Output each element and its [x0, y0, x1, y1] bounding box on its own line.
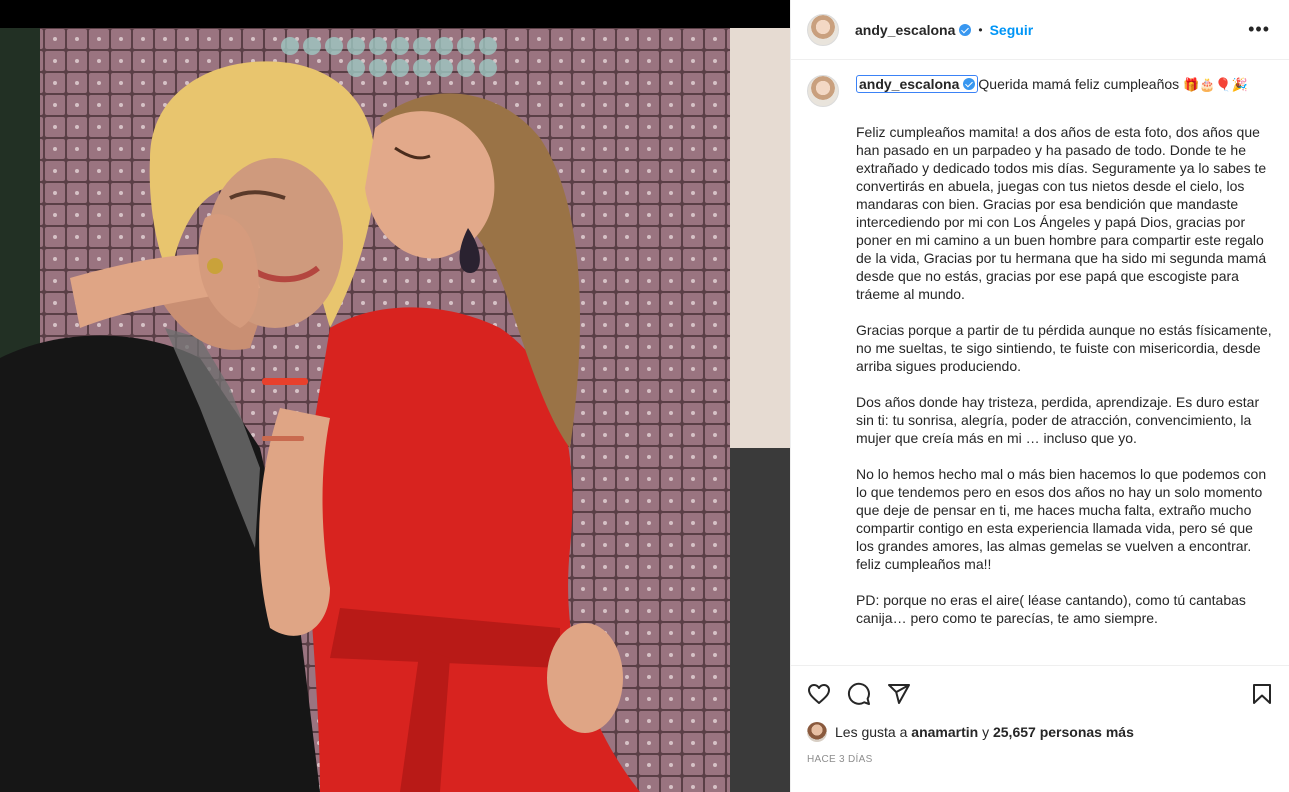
author-username[interactable]: andy_escalona	[855, 22, 972, 38]
likes-join: y	[982, 724, 990, 740]
caption-title-emojis: 🎁🎂🎈🎉	[1183, 78, 1248, 93]
photo-top-bar	[0, 0, 790, 28]
bookmark-icon[interactable]	[1250, 682, 1274, 706]
follow-button[interactable]: Seguir	[990, 22, 1034, 38]
post-photo-pane	[0, 0, 790, 792]
caption-paragraph: Feliz cumpleaños mamita! a dos años de e…	[856, 124, 1267, 302]
likes-user[interactable]: anamartin	[911, 724, 978, 740]
photo-illustration	[0, 28, 790, 792]
post-photo[interactable]	[0, 28, 790, 792]
caption-paragraph: No lo hemos hecho mal o más bien hacemos…	[856, 466, 1267, 572]
caption-scroll-area[interactable]: andy_escalona Querida mamá feliz cumpleañ…	[791, 61, 1289, 665]
caption-author-username[interactable]: andy_escalona	[856, 75, 979, 93]
author-avatar[interactable]	[807, 13, 839, 46]
likes-summary[interactable]: Les gusta a anamartin y 25,657 personas …	[807, 722, 1134, 742]
caption-paragraph: Gracias porque a partir de tu pérdida au…	[856, 322, 1272, 374]
caption-paragraph: PD: porque no eras el aire( léase cantan…	[856, 592, 1246, 626]
caption-body: andy_escalona Querida mamá feliz cumpleañ…	[856, 75, 1274, 627]
post-side-panel: andy_escalona • Seguir ••• andy_escalona…	[790, 0, 1289, 792]
post-timestamp[interactable]: Hace 3 días	[807, 754, 873, 765]
likes-count[interactable]: 25,657 personas más	[993, 724, 1134, 740]
comment-icon[interactable]	[847, 682, 871, 706]
verified-badge-icon	[959, 23, 972, 36]
caption-row: andy_escalona Querida mamá feliz cumpleañ…	[807, 75, 1274, 627]
likes-prefix: Les gusta a	[835, 724, 908, 740]
liker-avatar	[807, 722, 827, 742]
post-action-bar	[791, 665, 1289, 721]
heart-icon[interactable]	[807, 682, 831, 706]
caption-title: Querida mamá feliz cumpleaños	[978, 76, 1180, 92]
caption-first-line: andy_escalona Querida mamá feliz cumpleañ…	[856, 75, 1248, 93]
caption-paragraph: Dos años donde hay tristeza, perdida, ap…	[856, 394, 1260, 446]
more-options-icon[interactable]: •••	[1248, 20, 1270, 38]
verified-badge-icon	[963, 78, 976, 90]
post-header: andy_escalona • Seguir •••	[791, 0, 1289, 60]
share-icon[interactable]	[887, 682, 911, 706]
separator-dot: •	[978, 22, 983, 37]
caption-author-avatar[interactable]	[807, 75, 839, 107]
